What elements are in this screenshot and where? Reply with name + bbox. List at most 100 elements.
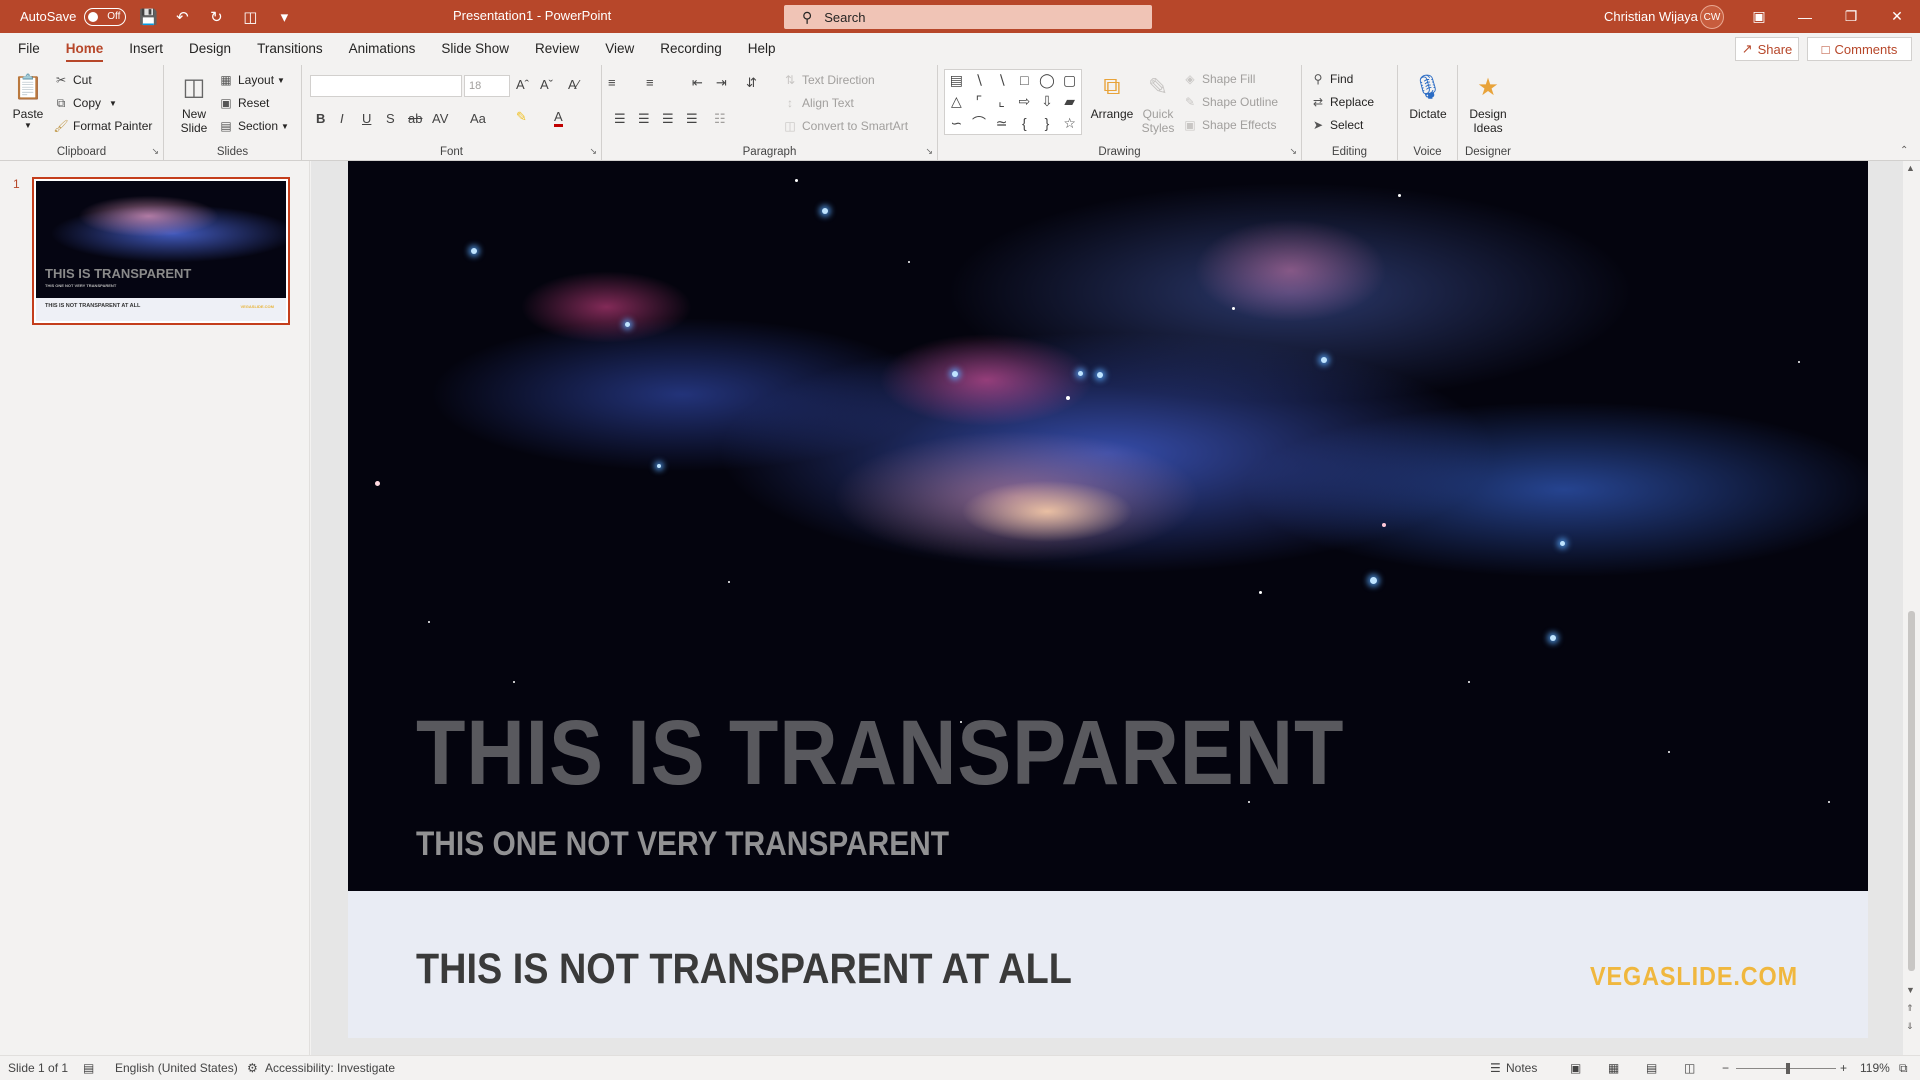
tab-transitions[interactable]: Transitions	[244, 33, 336, 65]
zoom-out-icon[interactable]: −	[1722, 1061, 1729, 1075]
tab-slide-show[interactable]: Slide Show	[428, 33, 522, 65]
text-direction-button[interactable]: ⇅ Text Direction	[782, 70, 875, 90]
tab-design[interactable]: Design	[176, 33, 244, 65]
font-size-combo[interactable]: 18	[464, 75, 510, 97]
strikethrough-icon[interactable]: ab	[408, 111, 422, 126]
oval-icon[interactable]: ◯	[1036, 70, 1059, 91]
bullets-icon[interactable]: ≡	[608, 75, 616, 90]
dialog-launcher-icon[interactable]: ↘	[925, 146, 933, 157]
minimize-icon[interactable]: —	[1782, 0, 1828, 33]
line-icon[interactable]: ∖	[990, 70, 1013, 91]
tab-insert[interactable]: Insert	[116, 33, 176, 65]
tab-home[interactable]: Home	[53, 33, 117, 65]
tab-recording[interactable]: Recording	[647, 33, 735, 65]
shapes-gallery[interactable]: ▤ ∖ ∖ □ ◯ ▢ △ ⌜ ⌞ ⇨ ⇩ ▰ ∽ ⌒ ≃{} ☆	[944, 69, 1082, 135]
paste-button[interactable]: 📋 Paste ▼	[10, 71, 46, 131]
shape-icon[interactable]: ▰	[1058, 91, 1081, 112]
brace-left-icon[interactable]: {	[1013, 113, 1036, 134]
slide-footer-title[interactable]: THIS IS NOT TRANSPARENT AT ALL	[416, 945, 1072, 994]
columns-icon[interactable]: ☷	[714, 111, 726, 127]
arrow-down-icon[interactable]: ⇩	[1036, 91, 1059, 112]
quick-styles-button[interactable]: ✎ Quick Styles	[1138, 71, 1178, 136]
increase-font-size-icon[interactable]: Aˆ	[516, 77, 529, 92]
autosave-toggle[interactable]: Off	[84, 7, 127, 26]
copy-button[interactable]: ⧉ Copy ▼	[53, 93, 117, 113]
reading-view-icon[interactable]: ▤	[1646, 1061, 1657, 1075]
character-spacing-icon[interactable]: AV	[432, 111, 448, 126]
undo-icon[interactable]: ↶	[170, 5, 194, 29]
slide-subtitle[interactable]: THIS ONE NOT VERY TRANSPARENT	[416, 825, 949, 864]
dialog-launcher-icon[interactable]: ↘	[1289, 146, 1297, 157]
previous-slide-icon[interactable]: ⇑	[1906, 1003, 1914, 1014]
slide-sorter-icon[interactable]: ▦	[1608, 1061, 1619, 1075]
zoom-level[interactable]: 119%	[1860, 1061, 1890, 1075]
ribbon-display-options-icon[interactable]: ▣	[1736, 0, 1782, 33]
numbering-icon[interactable]: ≡	[646, 75, 654, 90]
notes-button[interactable]: Notes	[1506, 1061, 1537, 1075]
increase-indent-icon[interactable]: ⇥	[716, 75, 727, 91]
star-icon[interactable]: ☆	[1058, 113, 1081, 134]
replace-button[interactable]: ⇄ Replace	[1310, 92, 1374, 112]
italic-icon[interactable]: I	[340, 111, 344, 126]
bold-icon[interactable]: B	[316, 111, 325, 126]
triangle-icon[interactable]: △	[945, 91, 968, 112]
collapse-ribbon-icon[interactable]: ⌃	[1900, 145, 1908, 156]
reset-button[interactable]: ▣ Reset	[218, 93, 269, 113]
redo-icon[interactable]: ↻	[204, 5, 228, 29]
curve-icon[interactable]: ∽	[945, 113, 968, 134]
shape-effects-button[interactable]: ▣ Shape Effects	[1182, 115, 1276, 135]
rectangle-icon[interactable]: □	[1013, 70, 1036, 91]
tab-view[interactable]: View	[592, 33, 647, 65]
decrease-font-size-icon[interactable]: Aˇ	[540, 77, 553, 92]
user-name[interactable]: Christian Wijaya	[1604, 9, 1698, 24]
accessibility-status[interactable]: Accessibility: Investigate	[265, 1061, 395, 1075]
text-shadow-icon[interactable]: S	[386, 111, 395, 126]
scroll-down-icon[interactable]: ▼	[1906, 985, 1915, 995]
scrollbar-thumb[interactable]	[1908, 611, 1915, 971]
connector-icon[interactable]: ⌜	[968, 91, 991, 112]
font-color-icon[interactable]: A	[554, 109, 563, 127]
line-spacing-icon[interactable]: ⇵	[746, 75, 757, 91]
select-button[interactable]: ➤ Select	[1310, 115, 1363, 135]
spelling-icon[interactable]: ▤	[83, 1061, 94, 1075]
dictate-button[interactable]: 🎙 Dictate	[1404, 71, 1452, 122]
next-slide-icon[interactable]: ⇓	[1906, 1021, 1914, 1032]
save-icon[interactable]: 💾	[136, 5, 160, 29]
close-icon[interactable]: ✕	[1874, 0, 1920, 33]
curve-icon[interactable]: ⌒	[968, 113, 991, 134]
tab-file[interactable]: File	[5, 33, 53, 65]
zoom-in-icon[interactable]: +	[1840, 1061, 1847, 1075]
layout-button[interactable]: ▦ Layout ▼	[218, 70, 285, 90]
shape-fill-button[interactable]: ◈ Shape Fill	[1182, 69, 1255, 89]
change-case-icon[interactable]: Aa	[470, 111, 486, 126]
arrange-button[interactable]: ⧉ Arrange	[1088, 71, 1136, 121]
search-box[interactable]: ⚲ Search	[784, 5, 1152, 29]
tab-help[interactable]: Help	[735, 33, 789, 65]
clear-formatting-icon[interactable]: A⁄	[568, 77, 579, 92]
align-left-icon[interactable]: ☰	[614, 111, 626, 127]
arrow-right-icon[interactable]: ⇨	[1013, 91, 1036, 112]
convert-to-smartart-button[interactable]: ◫ Convert to SmartArt	[782, 116, 908, 136]
normal-view-icon[interactable]: ▣	[1570, 1061, 1581, 1075]
brand-text[interactable]: VEGASLIDE.COM	[1590, 961, 1798, 992]
design-ideas-button[interactable]: ★ Design Ideas	[1464, 71, 1512, 136]
connector-icon[interactable]: ⌞	[990, 91, 1013, 112]
dialog-launcher-icon[interactable]: ↘	[151, 146, 159, 157]
text-box-icon[interactable]: ▤	[945, 70, 968, 91]
slide-thumbnail[interactable]: THIS IS TRANSPARENT THIS ONE NOT VERY TR…	[32, 177, 290, 325]
tab-animations[interactable]: Animations	[336, 33, 429, 65]
find-button[interactable]: ⚲ Find	[1310, 69, 1354, 89]
rounded-rectangle-icon[interactable]: ▢	[1058, 70, 1081, 91]
format-painter-button[interactable]: 🖌 Format Painter	[53, 116, 152, 136]
slide-canvas[interactable]: THIS IS TRANSPARENT THIS ONE NOT VERY TR…	[348, 161, 1868, 1038]
tab-review[interactable]: Review	[522, 33, 592, 65]
present-from-beginning-icon[interactable]: ◫	[238, 5, 262, 29]
customize-toolbar-icon[interactable]: ▾	[272, 5, 296, 29]
align-text-button[interactable]: ↕ Align Text	[782, 93, 854, 113]
vertical-scrollbar[interactable]: ▲ ▼ ⇑ ⇓	[1903, 161, 1920, 1055]
align-center-icon[interactable]: ☰	[638, 111, 650, 127]
new-slide-button[interactable]: ◫ New Slide	[174, 71, 214, 136]
scroll-up-icon[interactable]: ▲	[1906, 163, 1915, 173]
dialog-launcher-icon[interactable]: ↘	[589, 146, 597, 157]
brace-right-icon[interactable]: }	[1036, 113, 1059, 134]
